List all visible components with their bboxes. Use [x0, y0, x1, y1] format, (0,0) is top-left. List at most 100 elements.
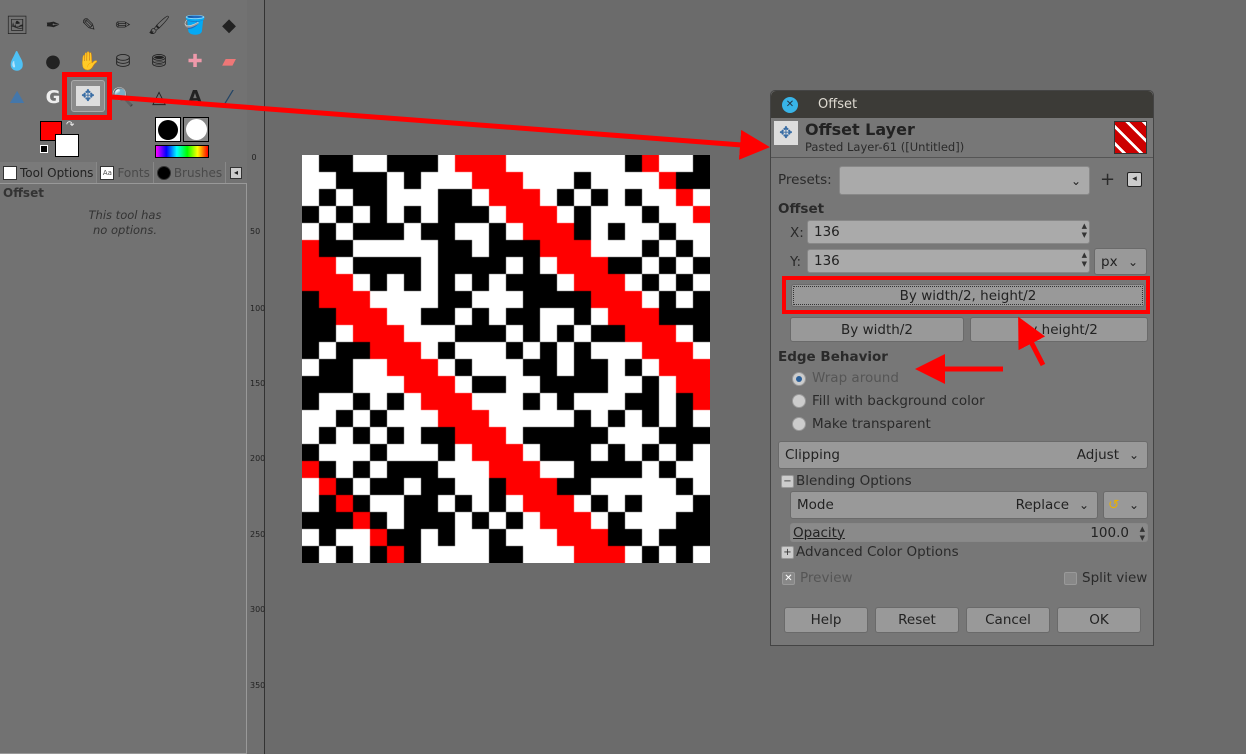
preset-menu-icon[interactable]: ◂: [1127, 172, 1142, 187]
fill-background-label[interactable]: Fill with background color: [812, 393, 985, 409]
make-transparent-label[interactable]: Make transparent: [812, 416, 931, 432]
chevron-down-icon: ⌄: [1128, 498, 1139, 512]
by-width-half-button[interactable]: By width/2: [790, 317, 964, 342]
zoom-tool-icon[interactable]: 🔍: [110, 84, 136, 110]
expand-icon[interactable]: +: [781, 546, 794, 559]
tab-brushes[interactable]: Brushes: [154, 162, 227, 183]
default-colors-icon[interactable]: [40, 145, 48, 153]
text-tool-icon[interactable]: A: [182, 84, 208, 110]
tab-tool-options[interactable]: Tool Options: [0, 162, 98, 183]
chevron-down-icon: ⌄: [1127, 254, 1138, 269]
ruler-label: 300: [250, 605, 266, 614]
ruler-label: 350: [250, 681, 266, 690]
heal-tool-icon[interactable]: ✚: [182, 48, 208, 74]
layer-thumbnail: [1114, 121, 1147, 154]
unit-dropdown[interactable]: px ⌄: [1094, 248, 1147, 275]
vertical-ruler[interactable]: 0 50 100 150 200 250 300 350: [247, 0, 265, 754]
y-spinner[interactable]: ▲ ▼: [1082, 251, 1087, 269]
eraser-tool-icon[interactable]: ▰: [216, 48, 242, 74]
clipping-dropdown[interactable]: Clipping Adjust ⌄: [778, 441, 1148, 469]
opacity-spinner[interactable]: ▲ ▼: [1140, 525, 1145, 543]
paintbrush-tool-icon[interactable]: 🖌: [146, 12, 172, 38]
chevron-down-icon: ⌄: [1070, 173, 1081, 188]
ruler-label: 150: [250, 379, 266, 388]
offset-dialog: ✕ Offset ✥ Offset Layer Pasted Layer-61 …: [770, 90, 1154, 646]
opacity-slider[interactable]: Opacity 100.0 ▲ ▼: [790, 523, 1148, 542]
ruler-label: 100: [250, 304, 266, 313]
x-spinner[interactable]: ▲ ▼: [1082, 222, 1087, 240]
levels-tool-icon[interactable]: ⛰: [4, 84, 30, 110]
collapse-icon[interactable]: −: [781, 475, 794, 488]
fonts-icon: Aa: [100, 165, 115, 180]
pattern-preview[interactable]: [183, 117, 209, 142]
split-view-checkbox[interactable]: [1064, 572, 1077, 585]
brush-preview[interactable]: [155, 117, 181, 142]
make-transparent-radio[interactable]: [792, 417, 806, 431]
ruler-label: 50: [250, 227, 261, 236]
ruler-label: 250: [250, 530, 266, 539]
add-preset-icon[interactable]: +: [1100, 169, 1115, 190]
tab-fonts[interactable]: Aa Fonts: [97, 162, 154, 183]
edge-behavior-label: Edge Behavior: [778, 349, 888, 365]
ruler-label: 0: [251, 153, 257, 162]
cancel-button[interactable]: Cancel: [966, 607, 1050, 633]
background-color-swatch[interactable]: [55, 134, 79, 157]
preview-checkbox[interactable]: ✕: [782, 572, 795, 585]
perspective-clone-tool-icon[interactable]: ⛃: [146, 48, 172, 74]
split-view-label[interactable]: Split view: [1082, 570, 1147, 586]
mode-dropdown[interactable]: Mode Replace ⌄: [790, 491, 1098, 519]
tool-options-icon: [3, 165, 17, 180]
clone-tool-icon[interactable]: ⛁: [110, 48, 136, 74]
chevron-down-icon: ⌄: [1078, 498, 1089, 512]
header-subtitle: Pasted Layer-61 ([Untitled]): [805, 140, 965, 154]
composite-mode-dropdown[interactable]: ↺ ⌄: [1103, 491, 1148, 519]
annotation-highlight-box: [62, 72, 112, 120]
dialog-header: ✥ Offset Layer Pasted Layer-61 ([Untitle…: [771, 118, 1153, 158]
tool-options-message: This tool has no options.: [88, 208, 162, 237]
y-label: Y:: [790, 254, 802, 270]
presets-dropdown[interactable]: ⌄: [839, 166, 1090, 195]
by-height-half-button[interactable]: By height/2: [970, 317, 1148, 342]
tab-menu-icon[interactable]: ◂: [230, 167, 242, 179]
color-picker-tool-icon[interactable]: ⁄: [216, 84, 242, 110]
measure-tool-icon[interactable]: △: [146, 84, 172, 110]
smudge-tool-icon[interactable]: ●: [40, 48, 66, 74]
dodge-burn-tool-icon[interactable]: ✋: [76, 48, 102, 74]
advanced-color-options-label[interactable]: Advanced Color Options: [796, 544, 959, 560]
ink-tool-icon[interactable]: ✒: [40, 12, 66, 38]
chevron-down-icon: ⌄: [1128, 448, 1139, 462]
toolbox: 🖼 ✒ ✎ ✏ 🖌 🪣 ◆ 💧 ● ✋ ⛁ ⛃ ✚ ▰ ⛰ G 🔍 △ A ⁄ …: [0, 0, 247, 754]
tool-options-panel: Offset This tool has no options.: [0, 183, 247, 754]
swap-colors-icon[interactable]: ↷: [66, 120, 74, 131]
close-icon[interactable]: ✕: [782, 96, 798, 113]
offset-section-label: Offset: [778, 201, 825, 217]
fill-background-radio[interactable]: [792, 394, 806, 408]
gradient-preview[interactable]: [155, 145, 209, 158]
wrap-around-label[interactable]: Wrap around: [812, 370, 899, 386]
x-offset-input[interactable]: 136 ▲ ▼: [807, 220, 1090, 244]
ruler-label: 200: [250, 454, 266, 463]
dialog-title: Offset: [818, 97, 858, 112]
blending-options-label[interactable]: Blending Options: [796, 473, 912, 489]
annotation-highlight-box: [782, 276, 1150, 314]
airbrush-tool-icon[interactable]: ✎: [76, 12, 102, 38]
blend-tool-icon[interactable]: ◆: [216, 12, 242, 38]
move-arrows-icon: ✥: [774, 121, 798, 145]
pencil-tool-icon[interactable]: ✏: [110, 12, 136, 38]
wrap-around-radio[interactable]: [792, 372, 806, 386]
warp-transform-tool-icon[interactable]: 🖼: [4, 12, 30, 38]
blur-tool-icon[interactable]: 💧: [4, 48, 30, 74]
dialog-titlebar[interactable]: ✕ Offset: [771, 91, 1153, 118]
preview-label[interactable]: Preview: [800, 570, 853, 586]
tool-options-title: Offset: [3, 186, 44, 200]
ok-button[interactable]: OK: [1057, 607, 1141, 633]
header-title: Offset Layer: [805, 120, 915, 139]
y-offset-input[interactable]: 136 ▲ ▼: [807, 249, 1090, 273]
help-button[interactable]: Help: [784, 607, 868, 633]
presets-label: Presets:: [778, 172, 832, 188]
bucket-fill-tool-icon[interactable]: 🪣: [182, 12, 208, 38]
reset-button[interactable]: Reset: [875, 607, 959, 633]
x-label: X:: [790, 225, 804, 241]
composite-icon: ↺: [1108, 497, 1120, 513]
image-canvas[interactable]: [302, 155, 710, 563]
